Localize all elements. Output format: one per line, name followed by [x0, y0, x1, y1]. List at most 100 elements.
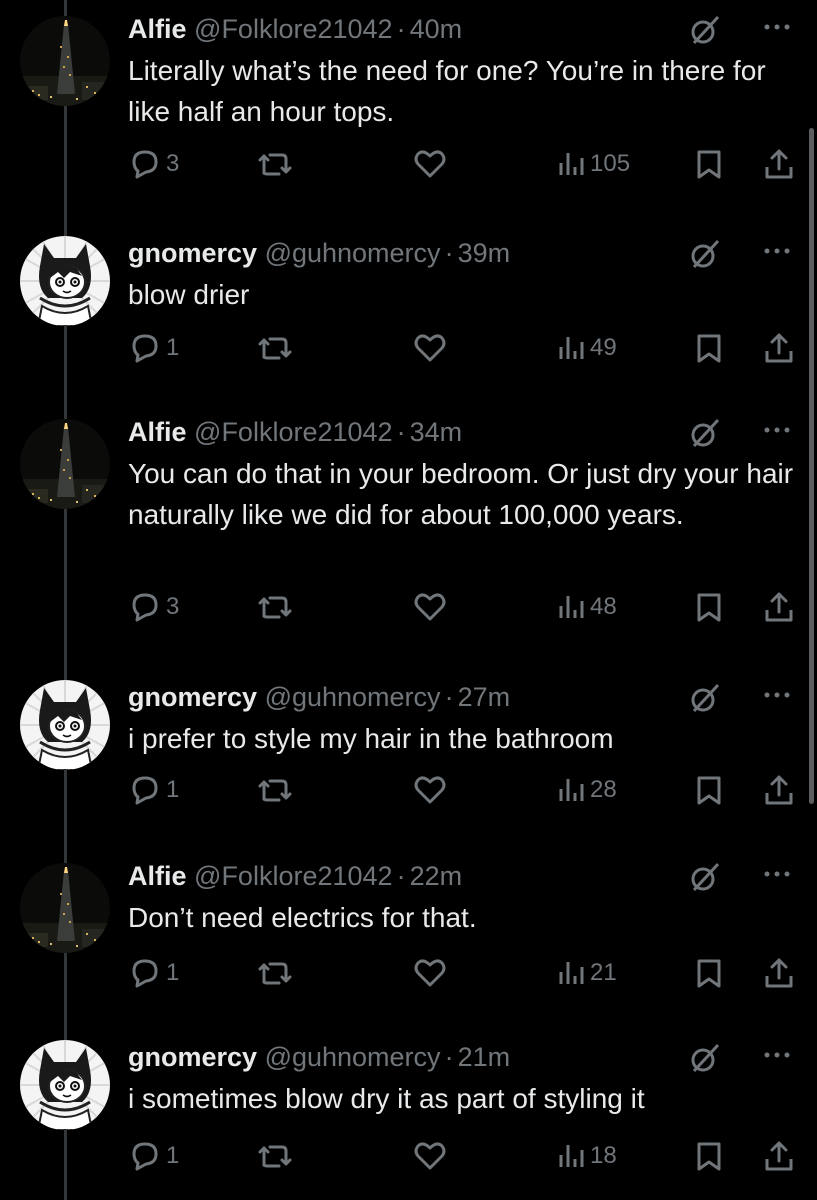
like-button[interactable]: [413, 144, 447, 184]
action-bar: 1 21: [128, 953, 797, 993]
author-handle[interactable]: @Folklore21042: [194, 861, 393, 891]
share-button[interactable]: [762, 144, 796, 184]
bookmark-icon: [697, 959, 721, 988]
grok-icon[interactable]: [689, 1042, 721, 1074]
separator: ·: [396, 861, 406, 891]
avatar[interactable]: [20, 16, 110, 106]
share-button[interactable]: [762, 328, 796, 368]
timestamp[interactable]: 34m: [410, 417, 463, 447]
bookmark-button[interactable]: [694, 328, 724, 368]
view-count: 49: [590, 334, 617, 361]
bookmark-button[interactable]: [694, 1136, 724, 1176]
views-button[interactable]: 21: [556, 953, 617, 993]
retweet-button[interactable]: [256, 328, 294, 368]
reply-count: 1: [166, 334, 180, 361]
views-button[interactable]: 18: [556, 1136, 617, 1176]
tweet-text: Literally what’s the need for one? You’r…: [128, 55, 766, 127]
author-name[interactable]: gnomercy: [128, 238, 257, 268]
views-button[interactable]: 28: [556, 770, 617, 810]
grok-icon[interactable]: [689, 14, 721, 46]
like-button[interactable]: [413, 587, 447, 627]
author-name[interactable]: Alfie: [128, 417, 187, 447]
more-icon[interactable]: [757, 1040, 797, 1070]
author-handle[interactable]: @guhnomercy: [265, 1042, 441, 1072]
retweet-button[interactable]: [256, 587, 294, 627]
retweet-button[interactable]: [256, 770, 294, 810]
retweet-button[interactable]: [256, 1136, 294, 1176]
scrollbar[interactable]: [809, 128, 814, 804]
like-icon: [414, 1142, 446, 1170]
more-icon[interactable]: [757, 236, 797, 266]
like-button[interactable]: [413, 328, 447, 368]
author-handle[interactable]: @guhnomercy: [265, 238, 441, 268]
like-button[interactable]: [413, 770, 447, 810]
more-icon[interactable]: [757, 859, 797, 889]
avatar[interactable]: [20, 680, 110, 770]
avatar[interactable]: [20, 1040, 110, 1130]
share-button[interactable]: [762, 953, 796, 993]
action-bar: 3 48: [128, 587, 797, 627]
author-handle[interactable]: @Folklore21042: [194, 14, 393, 44]
like-icon: [414, 959, 446, 987]
reply-icon: [132, 334, 158, 363]
author-name[interactable]: Alfie: [128, 14, 187, 44]
separator: ·: [444, 682, 454, 712]
more-icon[interactable]: [757, 12, 797, 42]
reply-button[interactable]: 3: [128, 144, 179, 184]
retweet-icon: [258, 596, 292, 619]
grok-icon[interactable]: [689, 238, 721, 270]
reply-button[interactable]: 1: [128, 953, 179, 993]
bookmark-button[interactable]: [694, 770, 724, 810]
retweet-button[interactable]: [256, 953, 294, 993]
timestamp[interactable]: 40m: [410, 14, 463, 44]
like-button[interactable]: [413, 953, 447, 993]
retweet-icon: [258, 1145, 292, 1168]
like-button[interactable]: [413, 1136, 447, 1176]
views-button[interactable]: 49: [556, 328, 617, 368]
avatar[interactable]: [20, 419, 110, 509]
grok-icon[interactable]: [689, 682, 721, 714]
bookmark-icon: [697, 334, 721, 363]
share-icon: [765, 1141, 793, 1171]
views-icon: [559, 596, 584, 618]
timestamp[interactable]: 39m: [458, 238, 511, 268]
like-icon: [414, 334, 446, 362]
reply-count: 1: [166, 1142, 180, 1169]
timestamp[interactable]: 21m: [458, 1042, 511, 1072]
author-name[interactable]: gnomercy: [128, 682, 257, 712]
retweet-button[interactable]: [256, 144, 294, 184]
reply-icon: [132, 959, 158, 988]
grok-icon[interactable]: [689, 861, 721, 893]
views-icon: [559, 962, 584, 984]
share-icon: [765, 775, 793, 805]
author-name[interactable]: gnomercy: [128, 1042, 257, 1072]
more-icon[interactable]: [757, 680, 797, 710]
more-icon[interactable]: [757, 415, 797, 445]
timestamp[interactable]: 22m: [410, 861, 463, 891]
views-button[interactable]: 105: [556, 144, 630, 184]
bookmark-button[interactable]: [694, 587, 724, 627]
bookmark-button[interactable]: [694, 144, 724, 184]
share-button[interactable]: [762, 770, 796, 810]
share-icon: [765, 149, 793, 179]
bookmark-icon: [697, 150, 721, 179]
reply-button[interactable]: 1: [128, 770, 179, 810]
reply-button[interactable]: 1: [128, 1136, 179, 1176]
reply-count: 1: [166, 959, 180, 986]
grok-icon[interactable]: [689, 417, 721, 449]
views-icon: [559, 1145, 584, 1167]
share-button[interactable]: [762, 587, 796, 627]
author-name[interactable]: Alfie: [128, 861, 187, 891]
author-handle[interactable]: @guhnomercy: [265, 682, 441, 712]
avatar[interactable]: [20, 863, 110, 953]
bookmark-icon: [697, 1142, 721, 1171]
bookmark-button[interactable]: [694, 953, 724, 993]
share-button[interactable]: [762, 1136, 796, 1176]
timestamp[interactable]: 27m: [458, 682, 511, 712]
reply-button[interactable]: 3: [128, 587, 179, 627]
reply-button[interactable]: 1: [128, 328, 179, 368]
views-button[interactable]: 48: [556, 587, 617, 627]
share-icon: [765, 592, 793, 622]
avatar[interactable]: [20, 236, 110, 326]
author-handle[interactable]: @Folklore21042: [194, 417, 393, 447]
